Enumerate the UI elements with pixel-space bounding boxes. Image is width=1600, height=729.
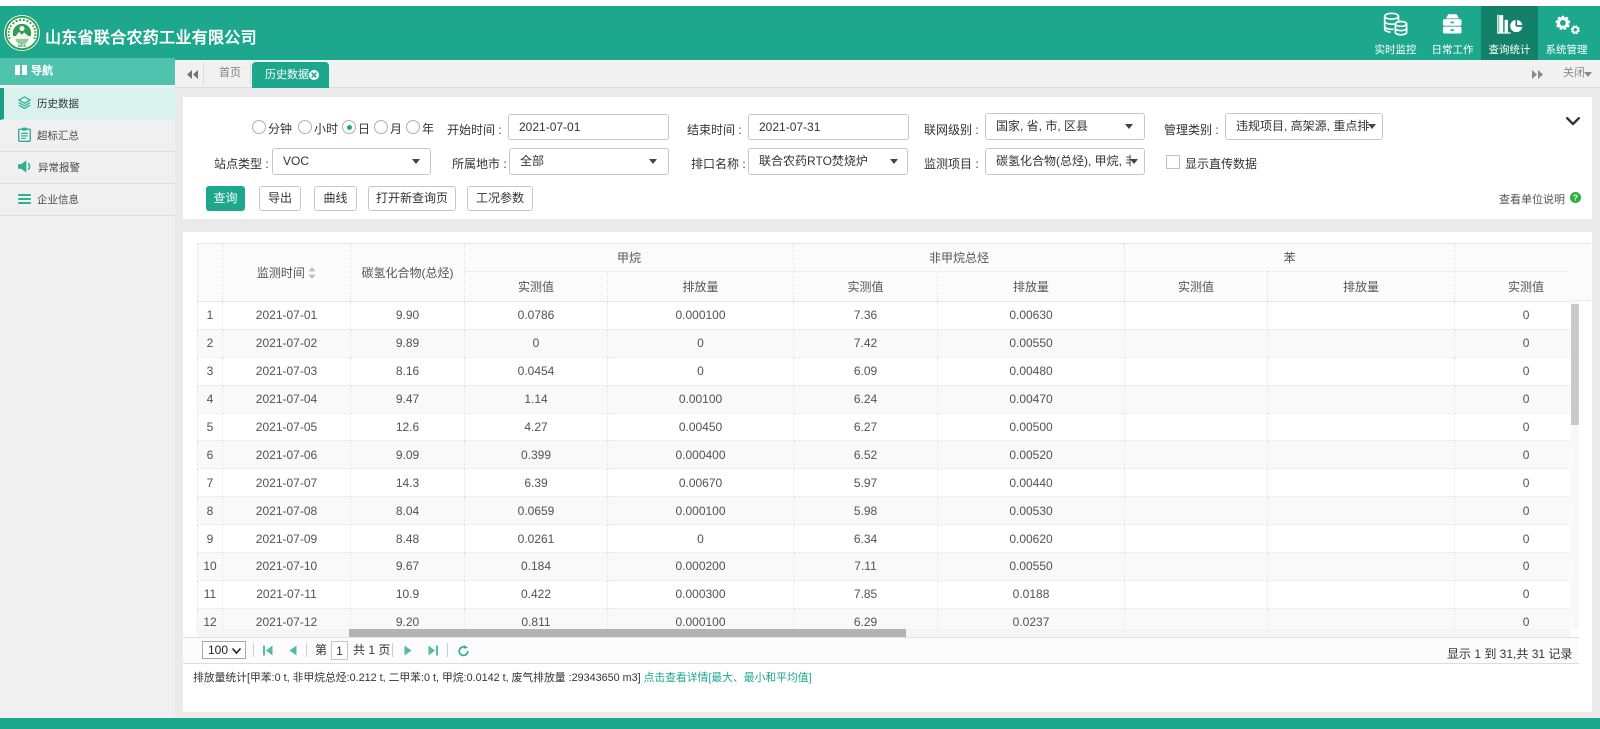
svg-text:MEE: MEE — [18, 43, 27, 48]
svg-text:?: ? — [1573, 192, 1578, 202]
